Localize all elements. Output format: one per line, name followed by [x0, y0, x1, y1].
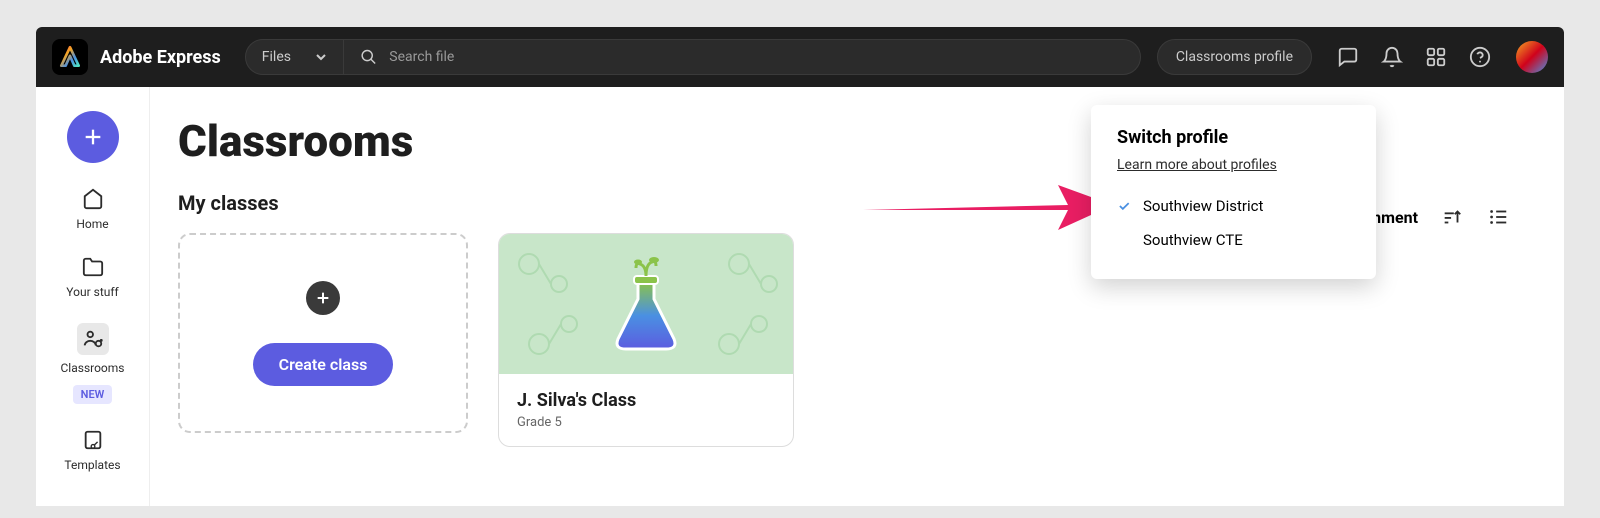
app-frame: Adobe Express Files Classrooms profile [36, 27, 1564, 506]
popover-title: Switch profile [1117, 127, 1350, 148]
new-badge: NEW [73, 385, 113, 404]
app-name: Adobe Express [100, 47, 221, 68]
classrooms-icon [77, 323, 109, 355]
flask-icon [606, 254, 686, 354]
sort-icon[interactable] [1440, 205, 1464, 229]
search-field[interactable] [344, 40, 1140, 74]
sidebar-item-label: Classrooms [61, 361, 125, 375]
check-icon [1117, 199, 1133, 213]
switch-profile-popover: Switch profile Learn more about profiles… [1091, 105, 1376, 279]
search-input[interactable] [389, 49, 1124, 65]
plus-icon [82, 126, 104, 148]
classrooms-profile-button[interactable]: Classrooms profile [1157, 39, 1312, 75]
profile-label: Southview District [1143, 197, 1263, 215]
search-bar: Files [245, 39, 1141, 75]
class-thumbnail [499, 234, 793, 374]
avatar[interactable] [1516, 41, 1548, 73]
header-icons [1328, 41, 1548, 73]
class-name: J. Silva's Class [517, 390, 775, 411]
apps-icon[interactable] [1424, 45, 1448, 69]
chevron-down-icon [315, 51, 327, 63]
adobe-express-logo-icon [52, 39, 88, 75]
sidebar-item-home[interactable]: Home [36, 187, 149, 231]
learn-more-link[interactable]: Learn more about profiles [1117, 157, 1277, 173]
list-view-icon[interactable] [1486, 205, 1510, 229]
search-icon [360, 48, 377, 66]
add-button[interactable] [67, 111, 119, 163]
templates-icon [81, 428, 105, 452]
sidebar-item-your-stuff[interactable]: Your stuff [36, 255, 149, 299]
sidebar-item-label: Your stuff [66, 285, 118, 299]
sidebar: Home Your stuff Classrooms NEW Templates [36, 87, 150, 506]
class-grade: Grade 5 [517, 415, 775, 430]
header-bar: Adobe Express Files Classrooms profile [36, 27, 1564, 87]
create-class-button[interactable]: Create class [253, 343, 394, 386]
home-icon [81, 187, 105, 211]
comment-icon[interactable] [1336, 45, 1360, 69]
sidebar-item-classrooms[interactable]: Classrooms NEW [36, 323, 149, 404]
sidebar-item-label: Templates [64, 458, 120, 472]
create-class-card[interactable]: Create class [178, 233, 468, 433]
profile-option-southview-district[interactable]: Southview District [1117, 189, 1350, 223]
logo[interactable]: Adobe Express [52, 39, 221, 75]
notification-icon[interactable] [1380, 45, 1404, 69]
profile-option-southview-cte[interactable]: Southview CTE [1117, 223, 1350, 257]
profile-label: Southview CTE [1143, 231, 1243, 249]
files-label: Files [262, 49, 291, 65]
sidebar-item-templates[interactable]: Templates [36, 428, 149, 472]
files-dropdown[interactable]: Files [246, 40, 344, 74]
help-icon[interactable] [1468, 45, 1492, 69]
folder-icon [81, 255, 105, 279]
class-card[interactable]: J. Silva's Class Grade 5 [498, 233, 794, 447]
plus-circle-icon [306, 281, 340, 315]
class-card-body: J. Silva's Class Grade 5 [499, 374, 793, 446]
sidebar-item-label: Home [76, 217, 108, 231]
